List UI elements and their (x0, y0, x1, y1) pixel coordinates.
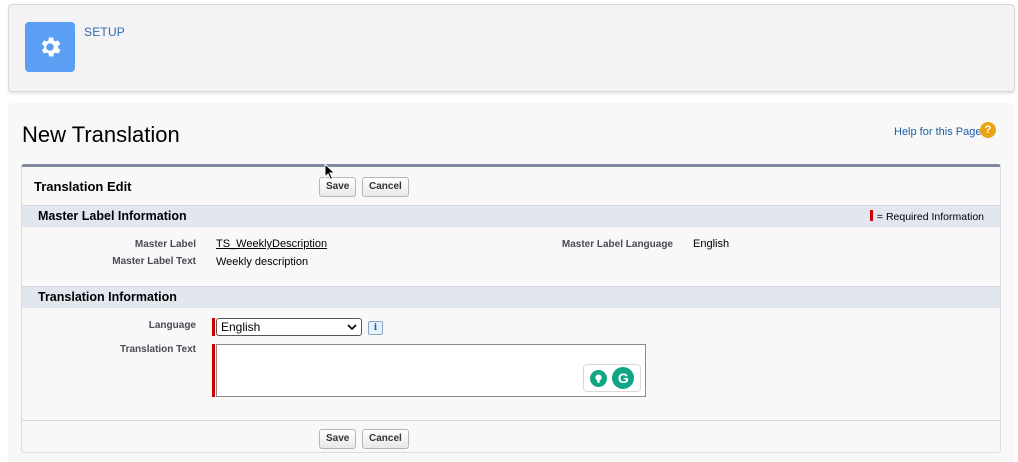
master-label-text-value: Weekly description (216, 256, 309, 268)
chevron-down-icon (347, 319, 357, 341)
translation-section-title: Translation Information (38, 290, 177, 304)
cancel-button-bottom[interactable]: Cancel (362, 429, 409, 449)
language-caption: Language (148, 320, 196, 331)
lightbulb-icon[interactable] (589, 369, 607, 387)
required-info-text: = Required Information (876, 211, 984, 223)
grammarly-icon[interactable]: G (612, 367, 635, 389)
master-label-section-header: Master Label Information = Required Info… (22, 205, 1000, 227)
save-button-bottom[interactable]: Save (319, 429, 357, 449)
gear-icon[interactable] (25, 22, 75, 72)
grammarly-widget[interactable]: G (583, 364, 641, 392)
help-link[interactable]: Help for this Page (894, 126, 981, 138)
master-language-caption: Master Label Language (561, 239, 673, 250)
master-language-value: English (693, 238, 730, 250)
help-icon[interactable]: ? (980, 122, 996, 138)
master-label-text-caption: Master Label Text (112, 256, 196, 267)
info-icon[interactable]: i (368, 321, 383, 335)
footer-divider (22, 420, 1000, 421)
language-select[interactable]: English (216, 318, 362, 336)
page-content: New Translation Help for this Page ? Tra… (8, 103, 1015, 462)
translation-edit-panel: Translation Edit Save Cancel Master Labe… (21, 164, 1001, 453)
translation-section-header: Translation Information (22, 286, 1000, 308)
setup-label[interactable]: SETUP (84, 25, 125, 39)
page-title: New Translation (22, 122, 180, 147)
required-info-legend: = Required Information (869, 210, 984, 223)
cancel-button-top[interactable]: Cancel (362, 177, 409, 197)
panel-title: Translation Edit (34, 179, 132, 194)
setup-header: SETUP (8, 4, 1015, 92)
required-indicator (869, 210, 873, 221)
translation-text-input[interactable]: G (216, 344, 646, 397)
master-label-caption: Master Label (134, 239, 196, 250)
master-label-value[interactable]: TS_WeeklyDescription (216, 238, 327, 250)
translation-text-required-indicator (212, 344, 215, 397)
mouse-cursor-icon (324, 162, 336, 186)
master-section-title: Master Label Information (38, 209, 187, 223)
language-required-indicator (212, 318, 215, 336)
translation-text-caption: Translation Text (120, 344, 196, 355)
language-select-value: English (221, 320, 261, 334)
